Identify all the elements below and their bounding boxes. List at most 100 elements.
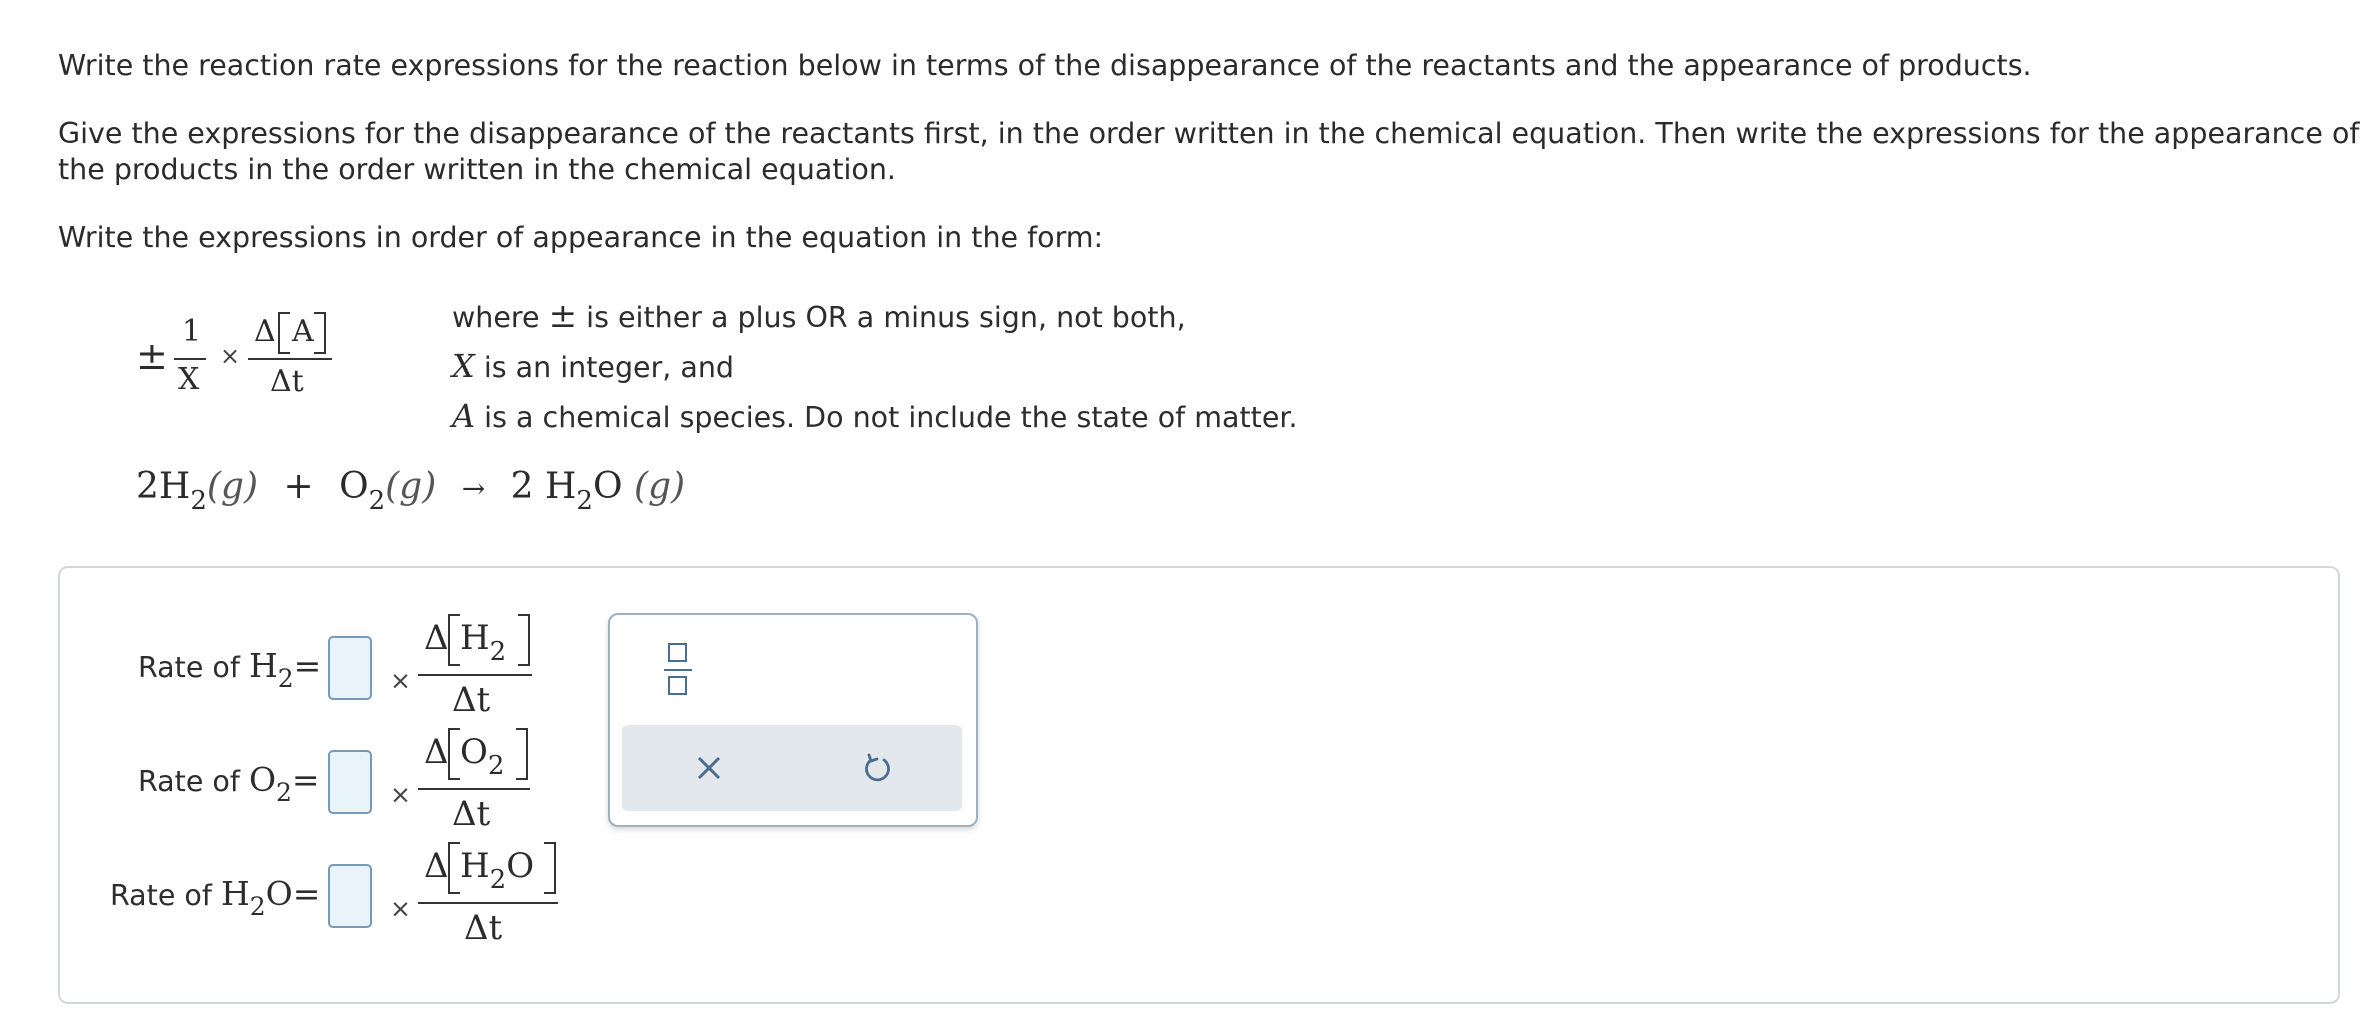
instruction-2-line-1: Give the expressions for the disappearan…	[58, 117, 2360, 150]
form-delta: Δ	[254, 314, 276, 349]
numerator-chem: H	[460, 618, 490, 658]
note-1: where ± is either a plus OR a minus sign…	[452, 292, 1298, 342]
species-2: O	[339, 466, 369, 507]
rate-fraction-bar	[418, 674, 532, 676]
chem-subscript: 2	[277, 664, 294, 693]
rate-label-chem: H2	[248, 646, 294, 693]
delta-symbol: Δ	[424, 618, 449, 658]
form-notes: where ± is either a plus OR a minus sign…	[452, 292, 1298, 442]
left-bracket	[448, 842, 460, 894]
note-1-prefix: where	[452, 301, 540, 334]
undo-button[interactable]	[856, 747, 898, 789]
fraction-numerator-box	[668, 643, 687, 662]
coefficient-input-h2o[interactable]	[328, 864, 372, 928]
rate-numerator-o2: O2	[460, 732, 504, 781]
note-2-text: is an integer, and	[483, 351, 735, 384]
coefficient-input-h2[interactable]	[328, 636, 372, 700]
coefficient-1: 2	[136, 466, 159, 507]
species-1: H	[158, 466, 191, 507]
species-3: H	[545, 466, 577, 507]
right-bracket	[516, 728, 528, 780]
fraction-bar	[664, 669, 692, 671]
plus-minus-sign: ±	[136, 334, 168, 378]
species-3-tail: O	[592, 466, 623, 507]
undo-icon	[865, 753, 890, 782]
times-sign: ×	[390, 894, 411, 923]
note-3: A is a chemical species. Do not include …	[452, 392, 1298, 442]
rate-fraction-bar	[418, 788, 530, 790]
form-delta-t: Δt	[270, 364, 304, 399]
close-icon	[697, 756, 721, 780]
state-1: (g)	[206, 466, 258, 507]
math-toolbox	[608, 613, 978, 827]
reaction-arrow: →	[461, 472, 486, 505]
equals-sign: =	[293, 646, 322, 685]
form-numerator: 1	[182, 314, 202, 349]
form-times: ×	[220, 342, 241, 370]
left-bracket	[448, 614, 460, 666]
numerator-subscript: 2	[489, 637, 507, 667]
coefficient-3: 2	[510, 466, 534, 507]
form-rate-bar	[248, 358, 332, 360]
toolbox-action-bar	[622, 725, 962, 811]
rate-denominator: Δt	[452, 794, 491, 834]
equals-sign: =	[291, 760, 320, 799]
numerator-subscript: 2	[487, 751, 505, 781]
numerator-chem: O	[460, 732, 488, 772]
general-rate-form: ± 1 X × Δ A Δt	[136, 300, 366, 420]
equals-sign: =	[292, 874, 321, 913]
rate-label-o2: Rate of O2=	[138, 760, 320, 807]
rate-label-text: Rate of	[138, 765, 240, 798]
fraction-denominator-box	[668, 676, 687, 695]
clear-button[interactable]	[688, 747, 730, 789]
note-3-variable: A	[452, 397, 476, 435]
note-2-variable: X	[452, 347, 475, 385]
form-right-bracket	[314, 312, 326, 354]
times-sign: ×	[390, 666, 411, 695]
rate-label-chem: H2O	[220, 874, 293, 921]
rate-denominator: Δt	[464, 908, 503, 948]
fraction-template-icon[interactable]	[664, 641, 692, 699]
chemical-equation: 2H2(g) + O2(g) → 2 H2O (g)	[136, 466, 686, 516]
rate-fraction-bar	[418, 902, 558, 904]
instruction-3: Write the expressions in order of appear…	[58, 221, 1104, 254]
rate-label-text: Rate of	[138, 651, 240, 684]
species-2-subscript: 2	[368, 486, 386, 516]
species-1-subscript: 2	[190, 486, 207, 516]
rate-label-h2: Rate of H2=	[138, 646, 322, 693]
rate-label-h2o: Rate of H2O=	[110, 874, 321, 921]
state-3: (g)	[633, 466, 686, 507]
rate-numerator-h2o: H2O	[460, 846, 535, 895]
delta-symbol: Δ	[424, 732, 449, 772]
times-sign: ×	[390, 780, 411, 809]
answer-panel: Rate of H2= × Δ H2 Δt Rate of O2= × Δ O2…	[58, 566, 2340, 1004]
instruction-1: Write the reaction rate expressions for …	[58, 49, 2032, 82]
rate-label-chem: O2	[248, 760, 292, 807]
right-bracket	[518, 614, 530, 666]
form-species: A	[292, 314, 314, 349]
note-3-text: is a chemical species. Do not include th…	[484, 401, 1298, 434]
note-2: X is an integer, and	[452, 342, 1298, 392]
delta-symbol: Δ	[424, 846, 449, 886]
right-bracket	[544, 842, 556, 894]
note-1-text: is either a plus OR a minus sign, not bo…	[586, 301, 1186, 334]
form-left-bracket	[278, 312, 290, 354]
numerator-subscript: 2	[489, 865, 507, 895]
chem-subscript: 2	[276, 778, 292, 807]
form-denominator: X	[178, 362, 200, 397]
numerator-chem: H	[460, 846, 490, 886]
species-3-subscript: 2	[576, 486, 593, 516]
rate-numerator-h2: H2	[460, 618, 506, 667]
chem-symbol: H	[220, 874, 250, 913]
chem-tail: O	[265, 874, 293, 913]
plus-sign: +	[283, 466, 314, 507]
state-2: (g)	[385, 466, 437, 507]
numerator-tail: O	[506, 846, 535, 886]
coefficient-input-o2[interactable]	[328, 750, 372, 814]
chem-symbol: H	[248, 646, 278, 685]
chem-symbol: O	[248, 760, 277, 799]
note-1-symbol: ±	[548, 296, 578, 336]
instruction-2-line-2: the products in the order written in the…	[58, 153, 896, 186]
rate-denominator: Δt	[452, 680, 491, 720]
rate-label-text: Rate of	[110, 879, 212, 912]
